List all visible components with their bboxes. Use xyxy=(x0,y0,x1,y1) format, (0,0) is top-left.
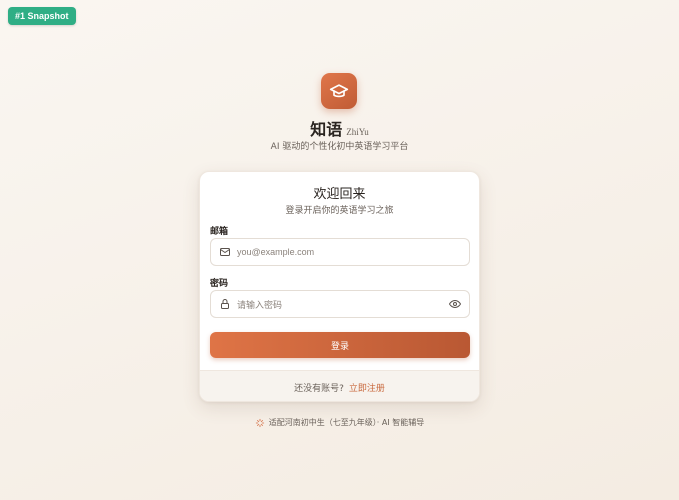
email-field[interactable]: you@example.com xyxy=(210,238,470,266)
brand-header: 知语 ZhiYu xyxy=(0,116,679,140)
app-logo xyxy=(321,73,357,109)
email-label: 邮箱 xyxy=(210,227,229,237)
register-link[interactable]: 立即注册 xyxy=(349,381,385,394)
card-footer: 还没有账号? 立即注册 xyxy=(200,370,479,401)
snapshot-badge: #1 Snapshot xyxy=(8,7,76,25)
brand-latin-name: ZhiYu xyxy=(346,127,369,137)
card-title: 欢迎回来 xyxy=(313,187,366,202)
bottom-note-text: 适配河南初中生（七至九年级）· AI 智能辅导 xyxy=(268,418,425,427)
login-button[interactable]: 登录 xyxy=(210,332,470,358)
card-subtitle: 登录开启你的英语学习之旅 xyxy=(285,206,394,216)
eye-icon[interactable] xyxy=(443,298,467,310)
lock-icon xyxy=(213,298,237,310)
password-field[interactable]: 请输入密码 xyxy=(210,290,470,318)
graduation-cap-icon xyxy=(329,84,349,98)
sparkle-icon xyxy=(255,418,264,427)
register-prompt: 还没有账号? xyxy=(294,383,344,394)
bottom-note: 适配河南初中生（七至九年级）· AI 智能辅导 xyxy=(0,417,679,428)
password-input[interactable]: 请输入密码 xyxy=(237,298,443,311)
login-card: 欢迎回来 登录开启你的英语学习之旅 邮箱 you@example.com 密码 … xyxy=(199,171,480,402)
email-input[interactable]: you@example.com xyxy=(237,247,469,257)
brand-tagline: AI 驱动的个性化初中英语学习平台 xyxy=(270,142,409,152)
password-label: 密码 xyxy=(210,279,229,289)
mail-icon xyxy=(213,246,237,258)
brand-name: 知语 xyxy=(310,120,343,139)
